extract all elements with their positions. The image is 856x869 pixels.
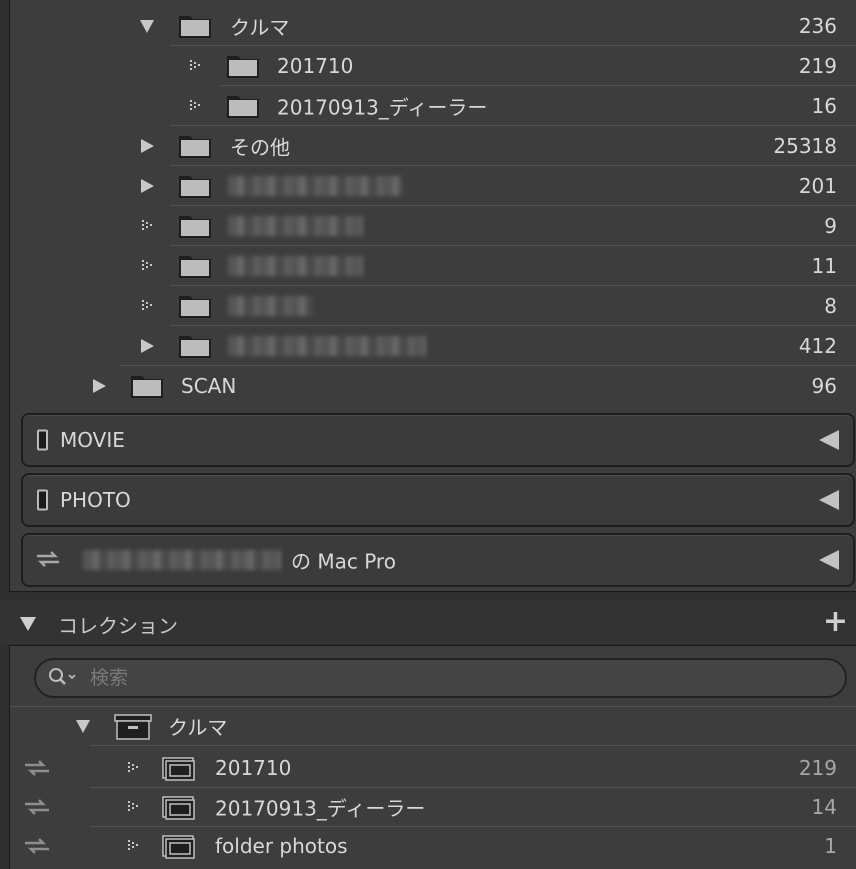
collapsed-triangle-icon[interactable] xyxy=(138,137,156,155)
folder-row[interactable]: 201 xyxy=(10,166,856,206)
folder-row[interactable]: クルマ 236 xyxy=(10,6,856,46)
folders-panel: クルマ 236 201710 219 20170913_ディーラー 16 その他… xyxy=(9,0,856,592)
expanded-triangle-icon[interactable] xyxy=(18,614,38,632)
collection-row[interactable]: 20170913_ディーラー 14 xyxy=(10,787,856,827)
redacted-folder-name xyxy=(228,336,426,356)
collection-label: 201710 xyxy=(215,756,292,780)
search-icon xyxy=(49,668,76,685)
redacted-folder-name xyxy=(228,256,363,276)
folder-label: 20170913_ディーラー xyxy=(277,95,488,120)
folder-count: 16 xyxy=(811,94,837,118)
folder-count: 8 xyxy=(824,294,837,318)
dotted-triangle-icon xyxy=(128,762,138,772)
collections-title: コレクション xyxy=(58,614,178,638)
collection-icon xyxy=(162,757,195,781)
folder-label: SCAN xyxy=(181,374,237,398)
folder-row[interactable]: 201710 219 xyxy=(10,46,856,86)
folder-label: その他 xyxy=(230,135,290,160)
folder-count: 11 xyxy=(811,254,837,278)
sync-arrows-icon xyxy=(25,760,49,776)
folder-icon xyxy=(179,136,211,158)
folder-label: 201710 xyxy=(277,54,354,78)
folder-icon xyxy=(179,256,211,278)
folder-count: 236 xyxy=(798,14,837,38)
folder-count: 412 xyxy=(798,334,837,358)
folder-row[interactable]: 412 xyxy=(10,326,856,366)
collections-panel: クルマ 201710 219 20170913_ディーラー 14 folder … xyxy=(9,645,856,869)
folder-count: 219 xyxy=(798,54,837,78)
folder-row[interactable]: 11 xyxy=(10,246,856,286)
collection-count: 1 xyxy=(824,834,837,858)
expanded-triangle-icon[interactable] xyxy=(138,17,156,35)
drive-icon xyxy=(37,429,48,451)
sync-arrows-icon xyxy=(37,551,59,567)
collapsed-triangle-icon[interactable] xyxy=(138,177,156,195)
folder-icon xyxy=(179,296,211,318)
collection-set-row[interactable]: クルマ xyxy=(10,706,856,746)
folder-row[interactable]: SCAN 96 xyxy=(10,366,856,406)
collection-row[interactable]: 201710 219 xyxy=(10,748,856,788)
sync-arrows-icon xyxy=(25,838,49,854)
collapsed-triangle-icon[interactable] xyxy=(90,377,108,395)
dotted-triangle-icon xyxy=(190,60,200,70)
collection-count: 14 xyxy=(811,795,837,819)
dotted-triangle-icon xyxy=(142,220,152,230)
redacted-folder-name xyxy=(228,216,363,236)
collections-search[interactable] xyxy=(34,658,847,698)
collapsed-triangle-icon[interactable] xyxy=(138,337,156,355)
collection-set-label: クルマ xyxy=(168,715,228,740)
folder-row[interactable]: その他 25318 xyxy=(10,126,856,166)
volume-mac-pro[interactable]: の Mac Pro xyxy=(21,533,855,587)
volume-photo[interactable]: PHOTO xyxy=(21,473,855,527)
folder-row[interactable]: 9 xyxy=(10,206,856,246)
folder-icon xyxy=(131,376,163,398)
folder-icon xyxy=(179,176,211,198)
search-input[interactable] xyxy=(88,664,792,692)
dotted-triangle-icon xyxy=(190,100,200,110)
collapse-triangle-icon[interactable] xyxy=(819,430,839,450)
redacted-computer-name xyxy=(83,550,281,570)
redacted-folder-name xyxy=(228,176,403,196)
volume-label: の Mac Pro xyxy=(291,549,396,574)
folder-icon xyxy=(227,96,259,118)
folder-row[interactable]: 8 xyxy=(10,286,856,326)
folder-count: 201 xyxy=(798,174,837,198)
collection-label: 20170913_ディーラー xyxy=(215,796,426,821)
dotted-triangle-icon xyxy=(128,801,138,811)
volume-label: MOVIE xyxy=(60,428,125,452)
drive-icon xyxy=(37,489,48,511)
folder-count: 9 xyxy=(824,214,837,238)
collection-label: folder photos xyxy=(215,834,348,858)
folder-count: 96 xyxy=(811,374,837,398)
expanded-triangle-icon[interactable] xyxy=(74,717,92,735)
redacted-folder-name xyxy=(228,296,313,316)
dotted-triangle-icon xyxy=(128,840,138,850)
collapse-triangle-icon[interactable] xyxy=(819,490,839,510)
collection-set-icon xyxy=(114,714,152,740)
collections-header[interactable]: コレクション + xyxy=(0,600,856,644)
collection-icon xyxy=(162,835,195,859)
collapse-triangle-icon[interactable] xyxy=(819,550,839,570)
folder-icon xyxy=(227,56,259,78)
add-collection-button[interactable]: + xyxy=(823,604,848,639)
folder-count: 25318 xyxy=(773,134,837,158)
folder-icon xyxy=(179,16,211,38)
dotted-triangle-icon xyxy=(142,300,152,310)
collection-icon xyxy=(162,796,195,820)
sync-arrows-icon xyxy=(25,799,49,815)
folder-icon xyxy=(179,216,211,238)
collection-count: 219 xyxy=(798,756,837,780)
folder-label: クルマ xyxy=(230,15,290,40)
folder-row[interactable]: 20170913_ディーラー 16 xyxy=(10,86,856,126)
volume-movie[interactable]: MOVIE xyxy=(21,413,855,467)
folder-icon xyxy=(179,336,211,358)
row-divider xyxy=(90,745,856,746)
dotted-triangle-icon xyxy=(142,260,152,270)
volume-label: PHOTO xyxy=(60,488,131,512)
collection-row[interactable]: folder photos 1 xyxy=(10,826,856,866)
